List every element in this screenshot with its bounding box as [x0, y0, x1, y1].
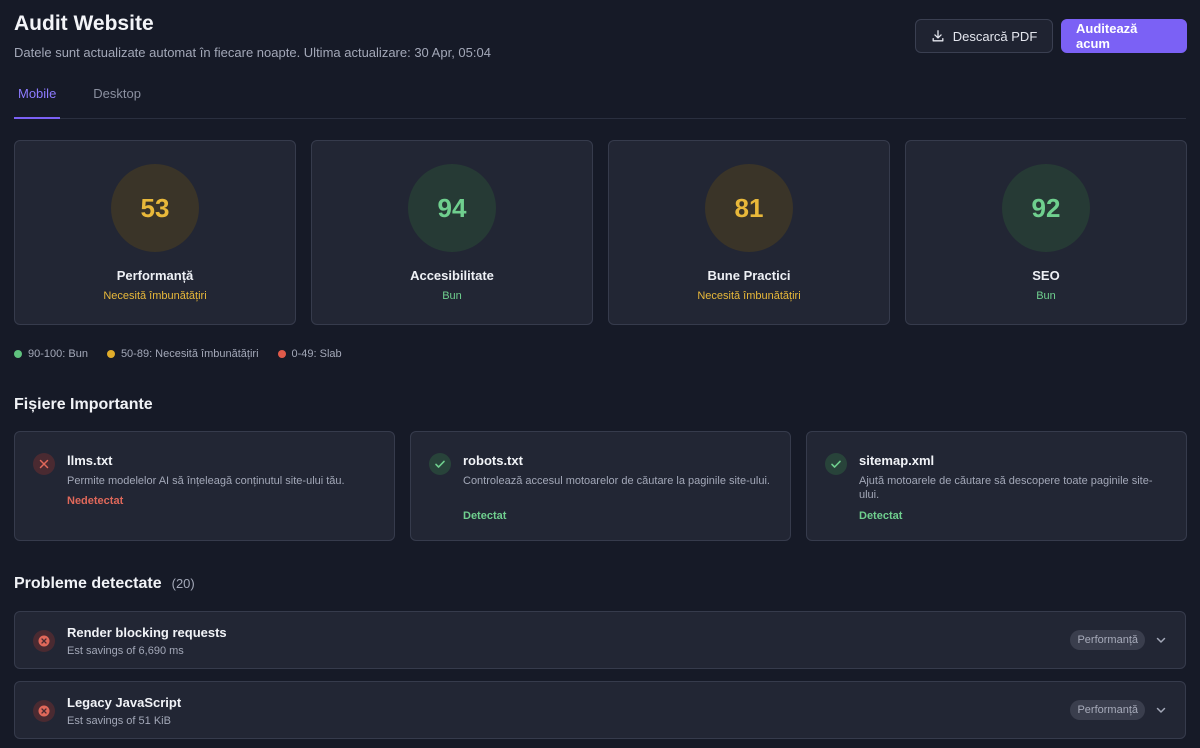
file-description: Controlează accesul motoarelor de căutar… — [463, 475, 770, 487]
score-card-best-practices: 81 Bune Practici Necesită îmbunătățiri — [608, 140, 890, 325]
chevron-down-icon[interactable] — [1155, 704, 1167, 716]
score-name: Bune Practici — [707, 268, 791, 283]
score-gauge: 53 — [111, 164, 199, 252]
score-card-accessibility: 94 Accesibilitate Bun — [311, 140, 593, 325]
files-section-title: Fișiere Importante — [14, 396, 153, 413]
legend-label: 50-89: Necesită îmbunătățiri — [120, 348, 259, 360]
chevron-down-icon[interactable] — [1155, 634, 1167, 646]
score-legend: 90-100: Bun 50-89: Necesită îmbunătățiri… — [14, 348, 342, 360]
legend-dot-medium — [106, 350, 115, 358]
score-status: Bun — [1036, 290, 1056, 302]
file-name: sitemap.xml — [859, 453, 935, 468]
score-name: Performanță — [116, 268, 194, 283]
issue-row-render-blocking[interactable]: Render blocking requests Est savings of … — [14, 611, 1186, 669]
download-pdf-label: Descarcă PDF — [952, 28, 1038, 44]
issues-count: (20) — [171, 576, 195, 591]
file-status: Nedetectat — [67, 495, 124, 507]
score-name: SEO — [1032, 268, 1060, 283]
check-icon — [429, 453, 451, 475]
header-actions: Descarcă PDF Auditează acum — [915, 19, 1187, 53]
files-list: llms.txt Permite modelelor AI să înțelea… — [14, 431, 1187, 541]
score-card-seo: 92 SEO Bun — [905, 140, 1187, 325]
issue-title: Render blocking requests — [67, 625, 227, 640]
tab-desktop[interactable]: Desktop — [89, 78, 145, 119]
legend-label: 90-100: Bun — [28, 348, 88, 360]
tab-mobile[interactable]: Mobile — [14, 78, 61, 119]
legend-item-medium: 50-89: Necesită îmbunătățiri — [106, 348, 259, 360]
issue-title: Legacy JavaScript — [67, 695, 182, 710]
page-header: Audit Website Datele sunt actualizate au… — [14, 0, 1187, 70]
score-card-performance: 53 Performanță Necesită îmbunătățiri — [14, 140, 296, 325]
issues-title: Probleme detectate — [14, 575, 162, 592]
file-description: Ajută motoarele de căutare să descopere … — [859, 475, 1153, 501]
file-status: Detectat — [463, 510, 507, 522]
category-badge: Performanță — [1070, 700, 1145, 720]
file-card-sitemap: sitemap.xml Ajută motoarele de căutare s… — [806, 431, 1187, 541]
download-pdf-button[interactable]: Descarcă PDF — [915, 19, 1053, 53]
legend-label: 0-49: Slab — [291, 348, 342, 360]
score-status: Necesită îmbunătățiri — [103, 290, 207, 302]
score-name: Accesibilitate — [410, 268, 494, 283]
check-icon — [825, 453, 847, 475]
file-name: llms.txt — [67, 453, 113, 468]
file-status: Detectat — [859, 510, 903, 522]
legend-dot-bad — [277, 350, 286, 358]
score-status: Bun — [442, 290, 462, 302]
error-icon — [33, 700, 55, 722]
legend-dot-good — [14, 350, 22, 358]
file-card-llms: llms.txt Permite modelelor AI să înțelea… — [14, 431, 395, 541]
issue-savings: Est savings of 51 KiB — [67, 715, 171, 727]
close-icon — [33, 453, 55, 475]
page-title: Audit Website — [14, 12, 154, 35]
error-icon — [33, 630, 55, 652]
score-cards: 53 Performanță Necesită îmbunătățiri 94 … — [14, 140, 1187, 325]
audit-page: Audit Website Datele sunt actualizate au… — [0, 0, 1200, 748]
category-badge: Performanță — [1070, 630, 1145, 650]
score-status: Necesită îmbunătățiri — [697, 290, 801, 302]
score-gauge: 92 — [1002, 164, 1090, 252]
file-name: robots.txt — [463, 453, 523, 468]
device-tabs: Mobile Desktop — [14, 78, 1186, 119]
file-description: Permite modelelor AI să înțeleagă conțin… — [67, 475, 345, 487]
issue-row-legacy-js[interactable]: Legacy JavaScript Est savings of 51 KiB … — [14, 681, 1186, 739]
legend-item-bad: 0-49: Slab — [277, 348, 342, 360]
audit-now-button[interactable]: Auditează acum — [1061, 19, 1187, 53]
download-icon — [932, 30, 944, 42]
score-gauge: 94 — [408, 164, 496, 252]
page-subtitle: Datele sunt actualizate automat în fieca… — [14, 45, 491, 60]
issue-savings: Est savings of 6,690 ms — [67, 645, 184, 657]
issues-section-title: Probleme detectate (20) — [14, 575, 195, 593]
file-card-robots: robots.txt Controlează accesul motoarelo… — [410, 431, 791, 541]
score-gauge: 81 — [705, 164, 793, 252]
legend-item-good: 90-100: Bun — [14, 348, 88, 360]
